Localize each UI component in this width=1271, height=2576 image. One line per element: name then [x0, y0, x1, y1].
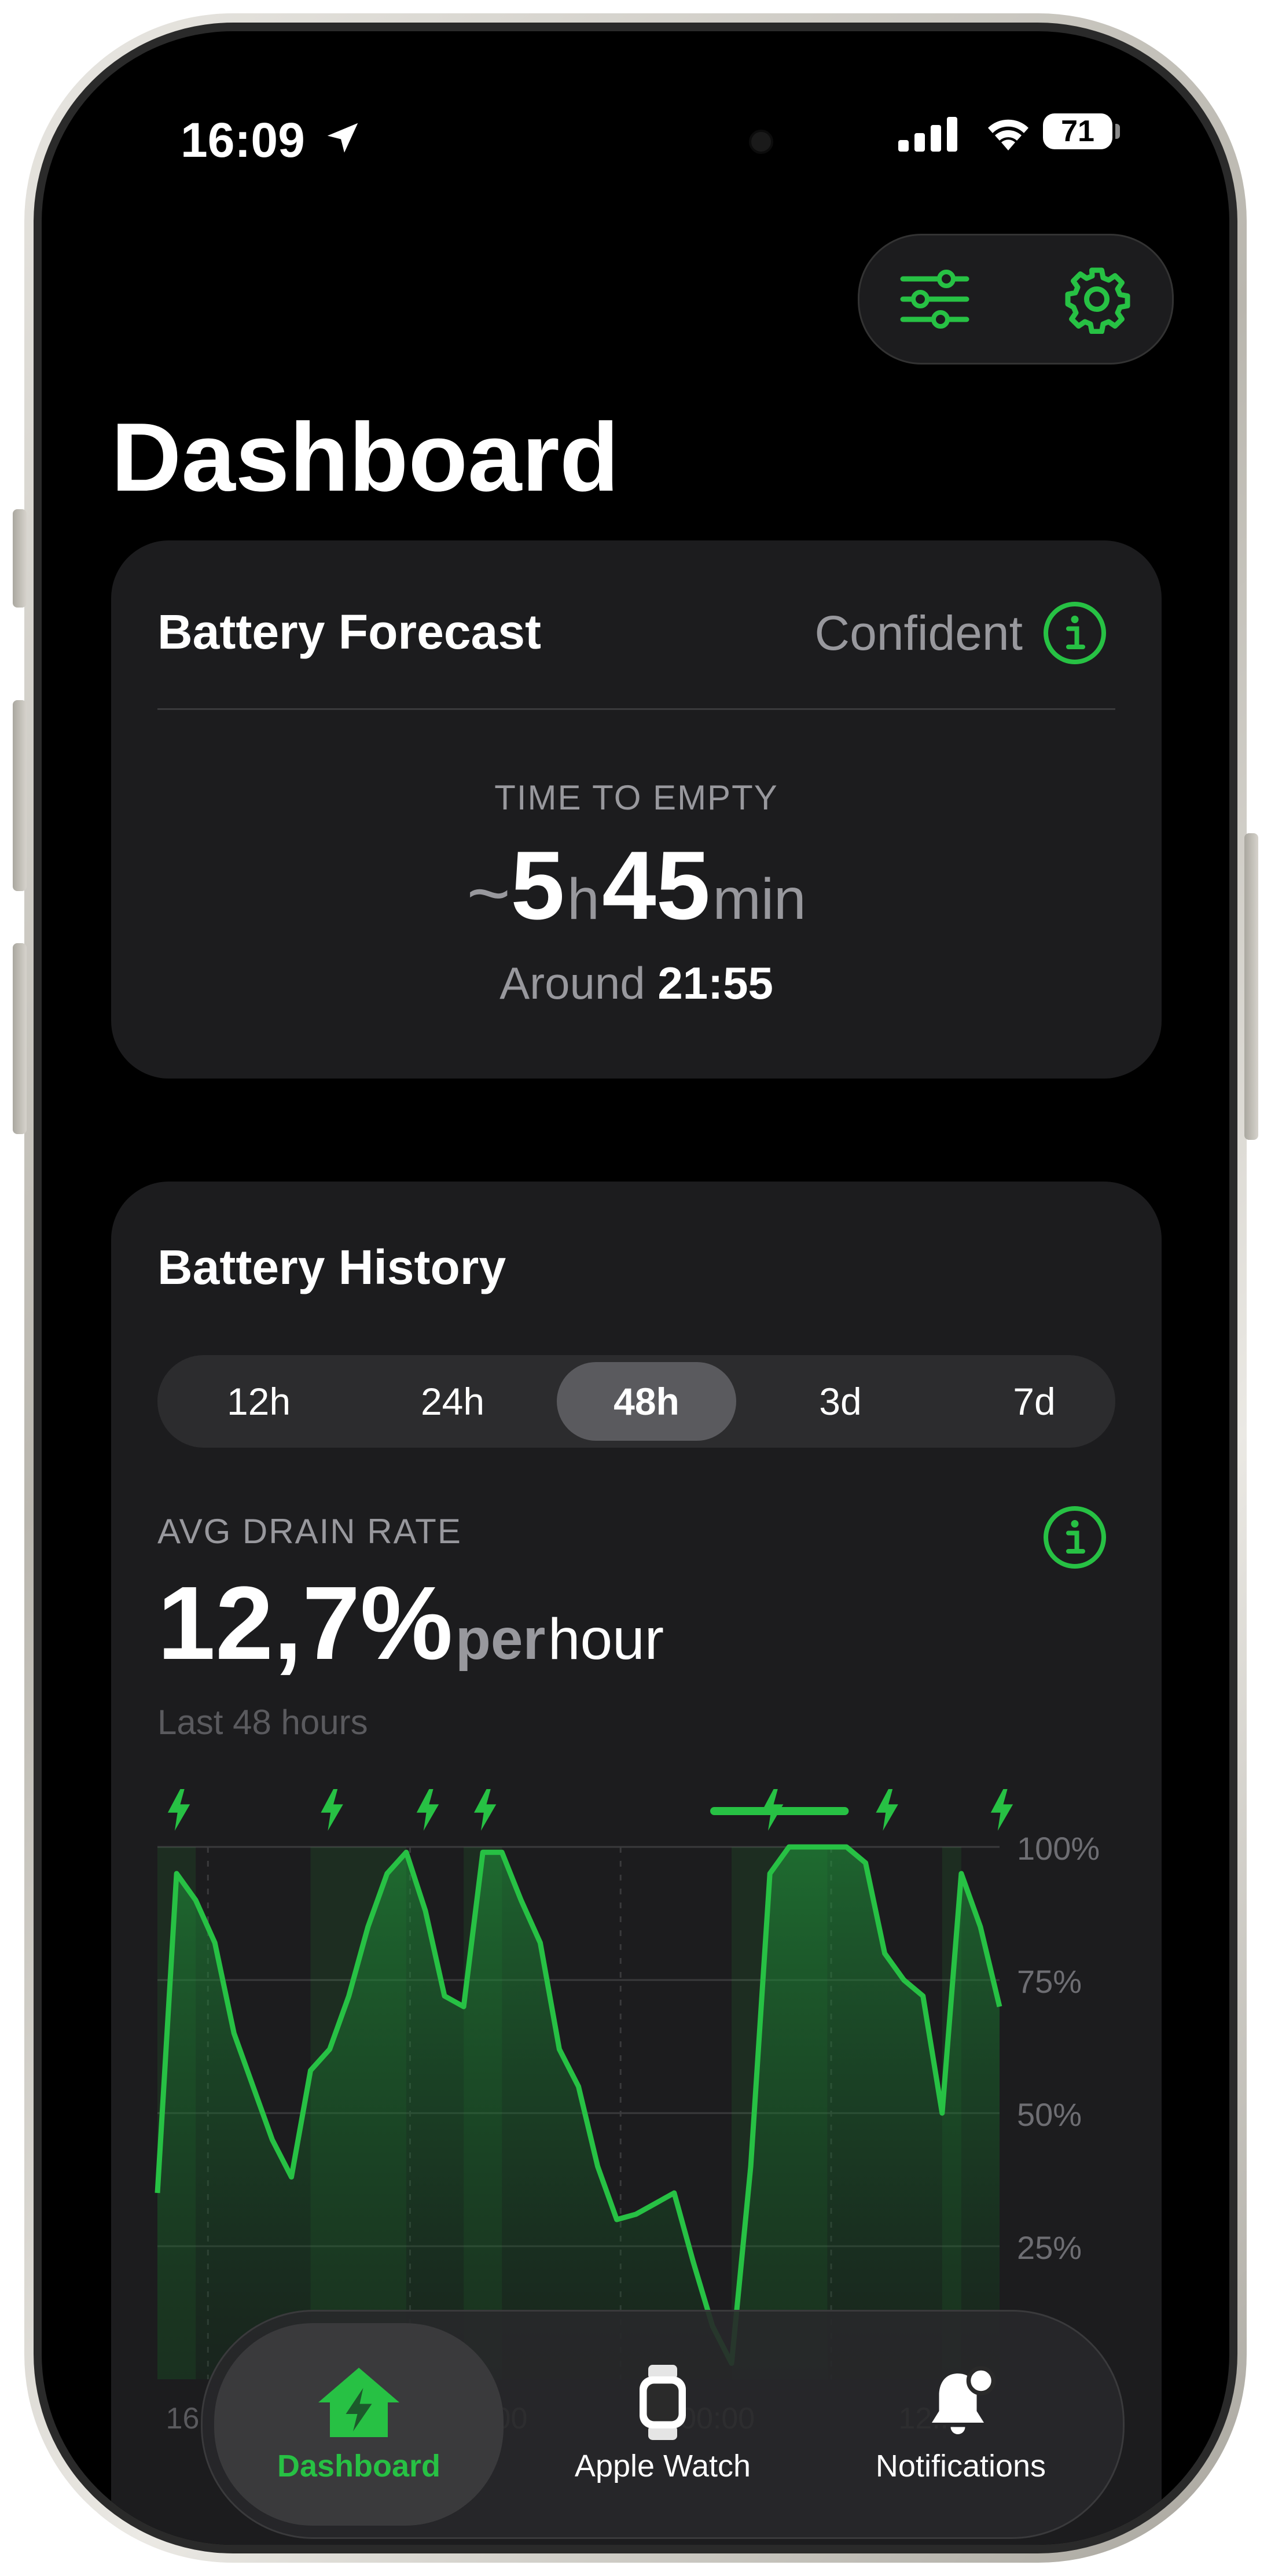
avg-drain-period: Last 48 hours	[157, 1703, 368, 1742]
tab-label: Apple Watch	[574, 2449, 751, 2483]
battery-tip	[1115, 124, 1120, 139]
around-time: Around 21:55	[111, 957, 1162, 1010]
charging-bolts	[167, 1789, 1013, 1831]
bell-badge-icon	[932, 2366, 996, 2434]
approx-symbol: ~	[466, 851, 511, 935]
charging-bolt-icon	[416, 1789, 439, 1831]
around-time-value: 21:55	[657, 958, 773, 1009]
info-icon[interactable]	[1040, 598, 1110, 668]
avg-drain-unit: hour	[548, 1607, 664, 1672]
wifi-icon	[988, 119, 1028, 150]
tab-bar: Dashboard Apple Watch Notifications	[201, 2310, 1125, 2539]
range-option-48h[interactable]: 48h	[557, 1362, 736, 1441]
gear-icon[interactable]	[1062, 264, 1132, 334]
y-tick-label: 100%	[1017, 1830, 1100, 1867]
power-button	[1244, 833, 1258, 1140]
range-segmented-control: 12h 24h 48h 3d 7d	[157, 1355, 1115, 1448]
avg-drain-number: 12,7%	[157, 1565, 453, 1681]
y-tick-label: 50%	[1017, 2096, 1082, 2133]
volume-down-button	[13, 943, 27, 1134]
drain-info-icon[interactable]	[1040, 1503, 1110, 1572]
hours-value: 5	[510, 831, 565, 940]
tab-notifications[interactable]: Notifications	[816, 2312, 1105, 2537]
hours-unit: h	[567, 867, 600, 932]
minutes-value: 45	[602, 831, 711, 940]
time-to-empty-label: TIME TO EMPTY	[494, 778, 778, 817]
tab-label: Notifications	[875, 2449, 1046, 2483]
charging-bolt-icon	[990, 1789, 1013, 1831]
forecast-title: Battery Forecast	[157, 605, 541, 659]
range-option-7d[interactable]: 7d	[945, 1362, 1124, 1441]
card-divider	[157, 708, 1115, 710]
action-button	[13, 509, 27, 608]
range-option-12h[interactable]: 12h	[169, 1362, 348, 1441]
charging-bolt-icon	[473, 1789, 497, 1831]
history-title: Battery History	[157, 1240, 506, 1294]
minutes-unit: min	[712, 867, 806, 932]
charging-bolt-icon	[167, 1789, 190, 1831]
y-axis-ticks: 100% 75% 50% 25%	[1017, 1830, 1100, 2266]
charging-bolt-icon	[321, 1789, 343, 1831]
tab-label: Dashboard	[277, 2449, 441, 2483]
tab-dashboard[interactable]: Dashboard	[214, 2323, 504, 2526]
front-camera	[749, 130, 773, 154]
avg-drain-label: AVG DRAIN RATE	[157, 1512, 462, 1551]
location-arrow-icon	[327, 123, 358, 153]
y-tick-label: 25%	[1017, 2229, 1082, 2266]
time-to-empty-value: ~5 h 45 min	[111, 830, 1162, 941]
y-tick-label: 75%	[1017, 1963, 1082, 2000]
battery-forecast-card[interactable]: Battery Forecast Confident TIME TO EMPTY…	[111, 540, 1162, 1079]
avg-drain-value: 12,7% per hour	[157, 1563, 664, 1683]
confidence-label: Confident	[814, 606, 1023, 660]
volume-up-button	[13, 700, 27, 891]
status-time: 16:09	[181, 113, 305, 167]
avg-drain-per: per	[455, 1607, 546, 1672]
filter-sliders-icon[interactable]	[897, 267, 972, 331]
range-option-24h[interactable]: 24h	[363, 1362, 542, 1441]
toolbar-pill	[858, 234, 1174, 365]
cellular-signal-icon	[898, 117, 957, 152]
status-bar: 16:09 71	[42, 31, 1229, 167]
around-label: Around	[499, 958, 645, 1009]
screen: 16:09 71 Dashboard Battery Forecast Conf…	[42, 31, 1229, 2545]
charging-bolt-icon	[876, 1789, 898, 1831]
apple-watch-icon	[640, 2365, 686, 2440]
house-bolt-icon	[318, 2368, 399, 2437]
page-title: Dashboard	[111, 403, 619, 511]
battery-indicator: 71	[1043, 113, 1112, 149]
x-tick-label: 16	[166, 2402, 200, 2435]
tab-apple-watch[interactable]: Apple Watch	[521, 2312, 805, 2537]
range-option-3d[interactable]: 3d	[751, 1362, 930, 1441]
